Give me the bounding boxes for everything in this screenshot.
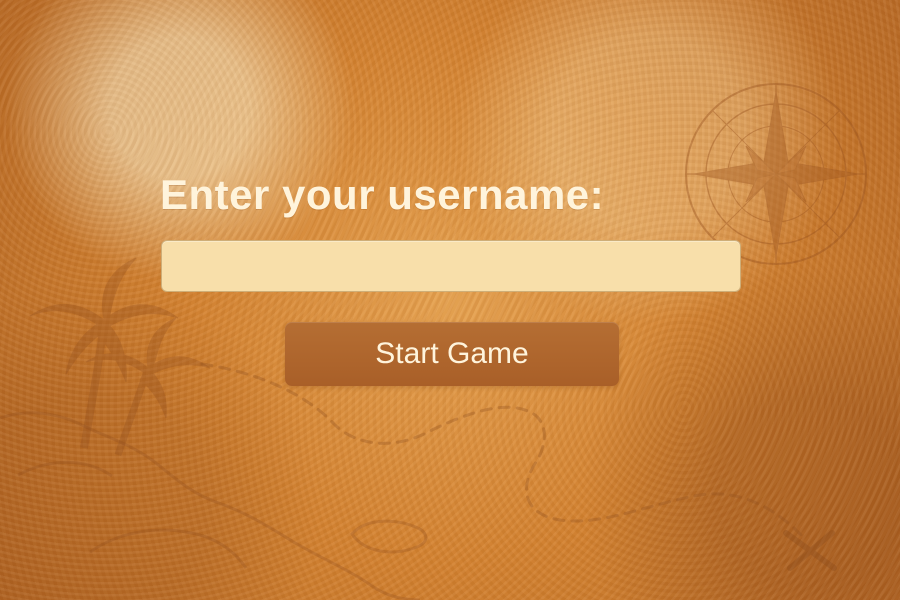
paper-texture: [0, 0, 900, 600]
username-input[interactable]: [161, 240, 741, 292]
username-prompt-title: Enter your username:: [160, 171, 605, 218]
treasure-x-mark-icon: [783, 530, 837, 571]
island-icon: [0, 411, 428, 600]
start-game-button[interactable]: Start Game: [285, 322, 619, 386]
dashed-map-path-icon: [200, 362, 808, 542]
treasure-map-decoration: [0, 83, 867, 600]
compass-icon: [685, 83, 867, 265]
